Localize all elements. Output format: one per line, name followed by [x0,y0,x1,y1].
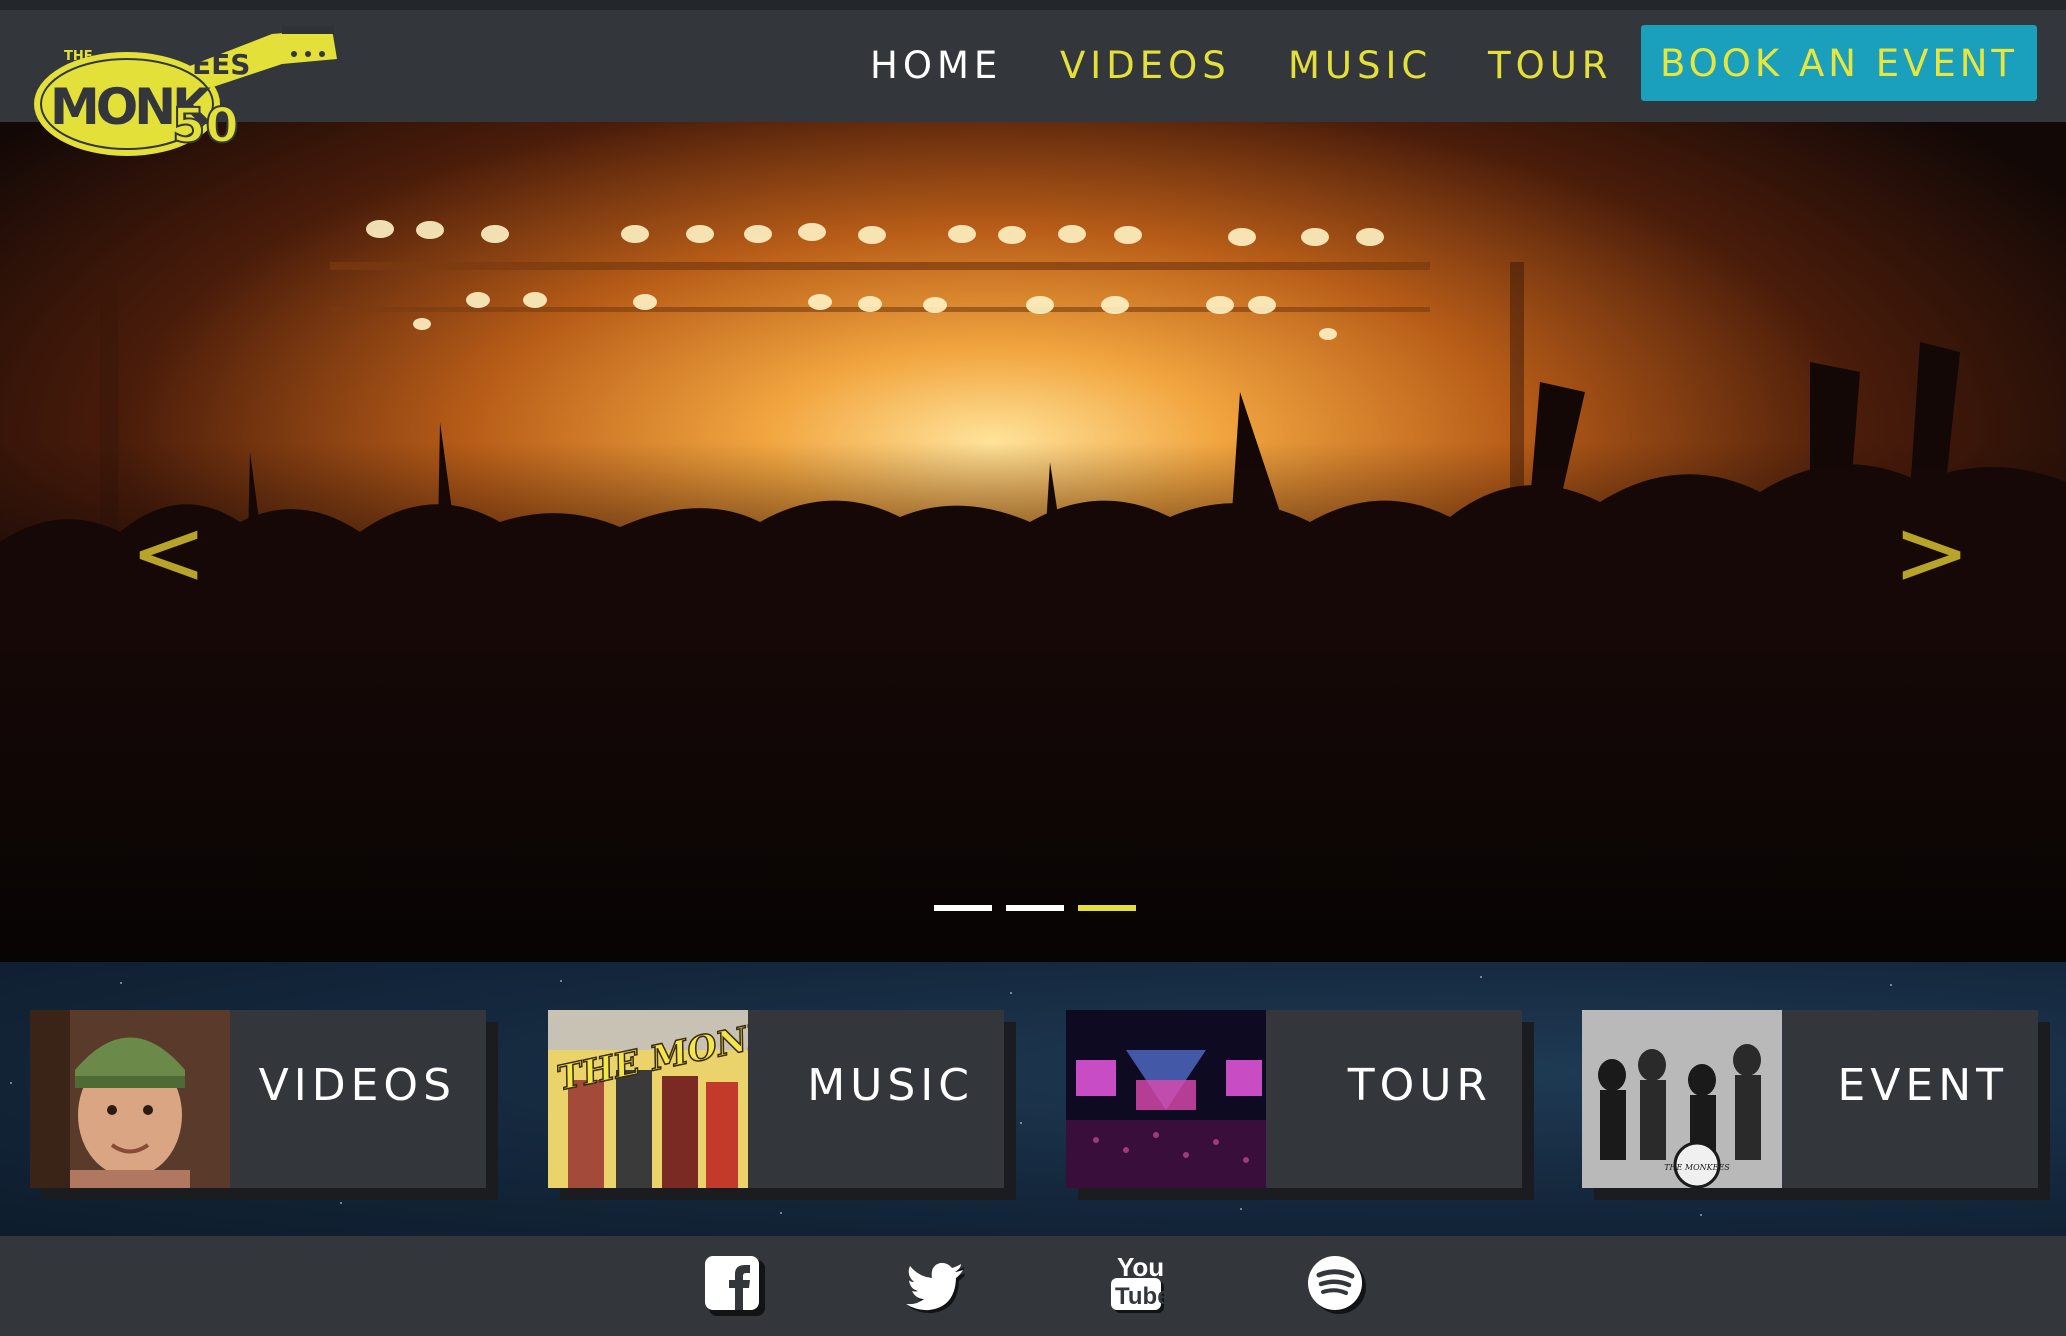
videos-card[interactable]: VIDEOS [30,1010,486,1188]
event-thumbnail: THE MONKEES [1582,1010,1782,1188]
top-rule [0,0,2066,10]
nav-home-link[interactable]: HOME [870,44,1002,87]
svg-text:EES: EES [192,48,250,81]
tour-card[interactable]: TOUR [1066,1010,1522,1188]
event-card-label: EVENT [1837,1060,2008,1111]
youtube-icon[interactable]: You Tube [1108,1248,1180,1320]
tour-card-label: TOUR [1347,1060,1492,1111]
videos-card-label: VIDEOS [258,1060,456,1111]
youtube-icon-top-text: You [1117,1252,1164,1282]
svg-text:50: 50 [172,98,239,154]
concert-crowd-image [0,122,2066,962]
music-card-label: MUSIC [807,1060,974,1111]
youtube-icon-bottom-text: Tube [1115,1283,1171,1310]
feature-cards-section: VIDEOS THE MONKEES MUSIC TOUR THE MONKEE… [0,962,2066,1236]
nav-videos-link[interactable]: VIDEOS [1060,44,1231,87]
footer: You Tube [0,1236,2066,1336]
tour-thumbnail [1066,1010,1266,1188]
svg-text:THE: THE [64,49,93,64]
monkees-logo[interactable]: MONK EES 50 THE [32,14,352,164]
carousel-next-arrow[interactable]: > [1893,507,1970,599]
nav-tour-link[interactable]: TOUR [1488,44,1613,87]
carousel-prev-arrow[interactable]: < [130,507,207,599]
videos-thumbnail [30,1010,230,1188]
spotify-icon[interactable] [1306,1254,1368,1316]
event-thumb-text: THE MONKEES [1664,1163,1730,1172]
twitter-icon[interactable] [903,1254,966,1316]
carousel-indicator-2[interactable] [1006,905,1064,911]
event-card[interactable]: THE MONKEES EVENT [1582,1010,2038,1188]
nav-music-link[interactable]: MUSIC [1288,44,1432,87]
carousel-indicator-1[interactable] [934,905,992,911]
carousel-indicators [934,905,1136,911]
facebook-icon[interactable] [703,1254,765,1316]
hero-carousel: < > [0,122,2066,962]
music-card[interactable]: THE MONKEES MUSIC [548,1010,1004,1188]
carousel-indicator-3[interactable] [1078,905,1136,911]
book-event-button[interactable]: BOOK AN EVENT [1641,25,2037,101]
music-thumbnail: THE MONKEES [548,1010,748,1188]
